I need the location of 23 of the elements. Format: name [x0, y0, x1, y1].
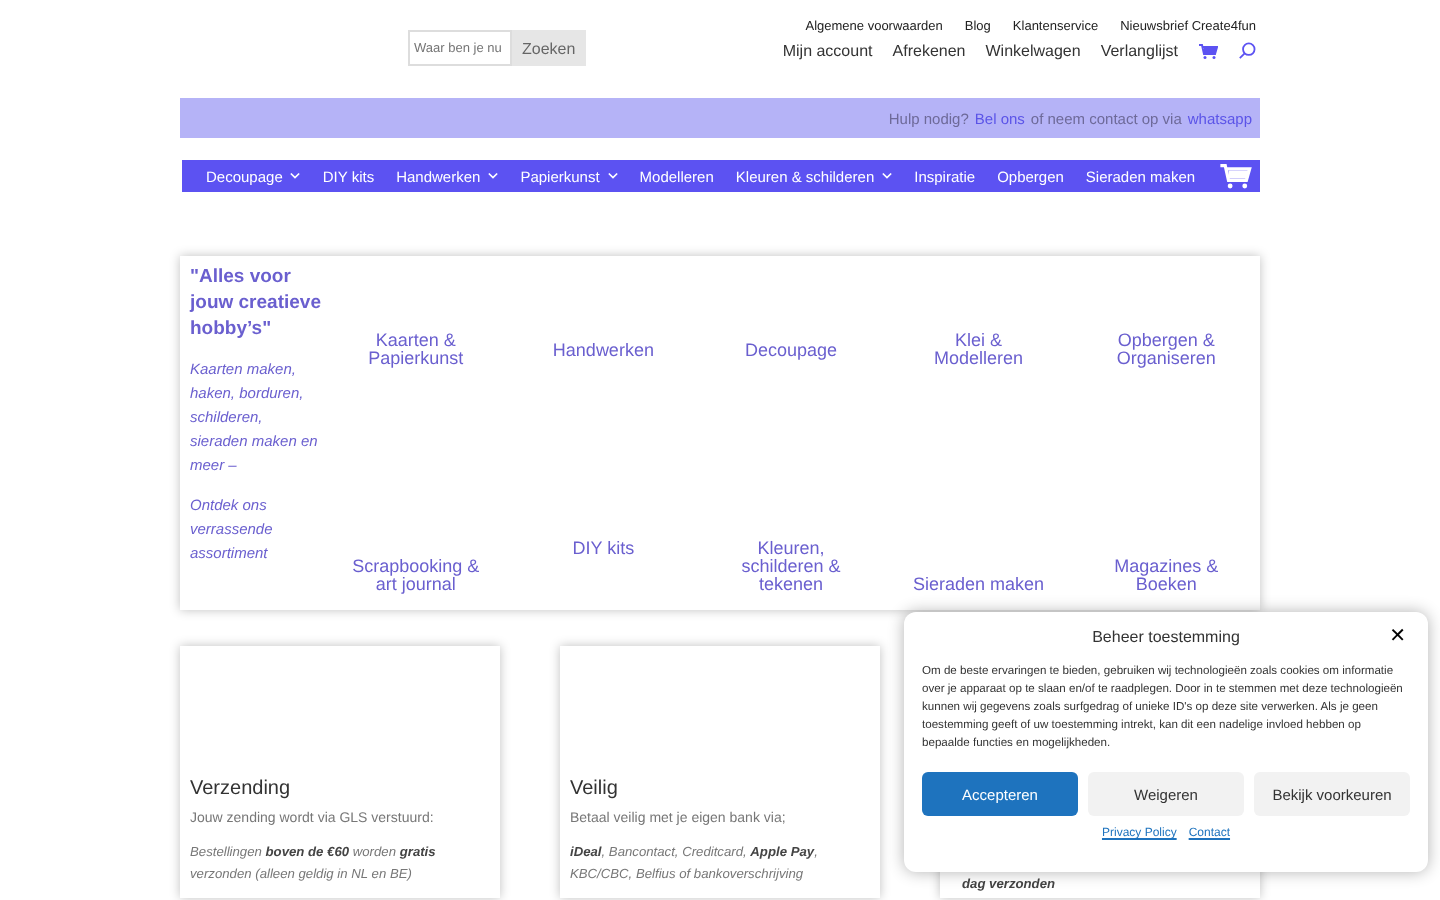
- account-link[interactable]: Verlanglijst: [1100, 42, 1178, 60]
- category-link[interactable]: Kaarten & Papierkunst: [347, 332, 484, 369]
- card-title: Verzending: [190, 778, 293, 800]
- category-link[interactable]: Sieraden maken: [913, 576, 1045, 594]
- category-link[interactable]: Klei & Modelleren: [910, 332, 1047, 369]
- intro-heading: "Alles voor jouw creatieve hobby’s": [190, 264, 322, 342]
- cart-icon[interactable]: [1217, 163, 1252, 189]
- account-link[interactable]: Winkelwagen: [985, 42, 1081, 60]
- cart-icon[interactable]: [1198, 43, 1218, 59]
- category-link[interactable]: Handwerken: [552, 341, 654, 360]
- category-link[interactable]: Opbergen & Organiseren: [1098, 332, 1235, 369]
- category-link[interactable]: Kleuren, schilderen & tekenen: [722, 540, 859, 594]
- category-link[interactable]: Decoupage: [744, 341, 838, 360]
- account-link[interactable]: Afrekenen: [892, 42, 966, 60]
- category-link[interactable]: DIY kits: [572, 540, 635, 558]
- account-link[interactable]: Mijn account: [782, 42, 873, 60]
- search-icon[interactable]: [1238, 42, 1256, 60]
- search-button[interactable]: Zoeken: [512, 30, 586, 66]
- category-link[interactable]: Magazines & Boeken: [1098, 558, 1235, 594]
- close-button[interactable]: ✕: [1389, 626, 1406, 648]
- dialog-title: Beheer toestemming: [1092, 628, 1240, 646]
- category-link[interactable]: Scrapbooking & art journal: [347, 558, 484, 594]
- card-title: Veilig: [570, 778, 620, 800]
